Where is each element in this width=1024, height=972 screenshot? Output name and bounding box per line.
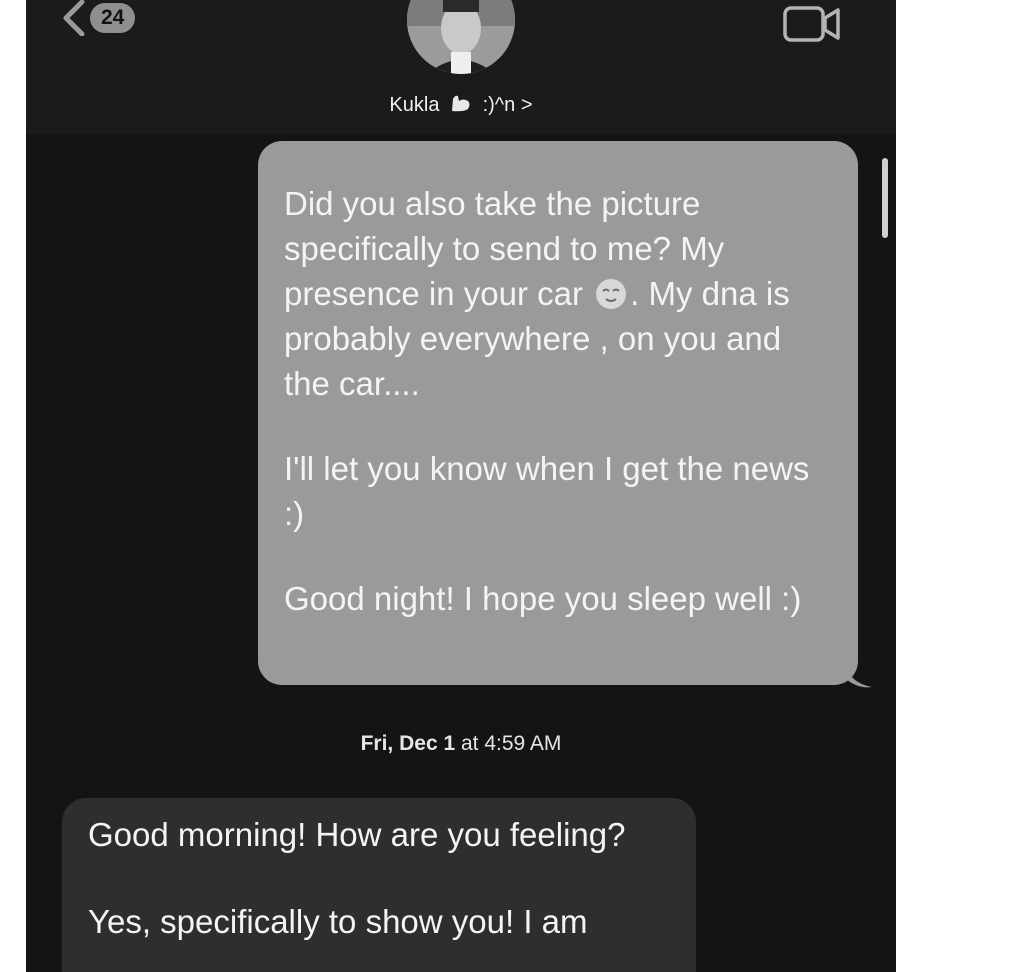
message-paragraph: I'll let you know when I get the news :) (284, 450, 810, 532)
timestamp-day: Fri, Dec 1 (360, 732, 456, 755)
bubble-tail (846, 665, 872, 688)
video-call-button[interactable] (782, 4, 842, 49)
contact-name: Kukla (389, 94, 440, 116)
flexed-biceps-icon (452, 95, 470, 112)
back-button[interactable]: 24 (60, 0, 136, 36)
scrollbar-thumb[interactable] (882, 158, 888, 238)
message-paragraph: Yes, specifically to show you! I am (88, 903, 588, 940)
timestamp-time: at 4:59 AM (460, 732, 562, 755)
message-paragraph: Good morning! How are you feeling? (88, 816, 626, 853)
contact-suffix: :)^n (482, 94, 516, 116)
messages-screen: 24 Kukla :)^n > Did you also take the pi… (26, 0, 896, 972)
avatar-photo (407, 0, 515, 74)
outgoing-message-bubble[interactable]: Did you also take the picture specifical… (258, 141, 872, 688)
unread-count-badge: 24 (90, 3, 136, 33)
chevron-left-icon (63, 0, 85, 36)
contact-chevron: > (520, 94, 533, 116)
message-paragraph: Good night! I hope you sleep well :) (284, 580, 802, 617)
message-timestamp: Fri, Dec 1 at 4:59 AM (26, 732, 896, 756)
contact-name-button[interactable]: Kukla :)^n > (26, 90, 896, 117)
video-camera-icon (783, 6, 840, 42)
relieved-face-icon (596, 279, 627, 309)
message-paragraph: Did you also take the picture specifical… (284, 185, 790, 402)
conversation-header: 24 Kukla :)^n > (26, 0, 896, 134)
incoming-message-bubble[interactable]: Good morning! How are you feeling? Yes, … (62, 798, 696, 972)
contact-avatar[interactable] (407, 0, 515, 74)
